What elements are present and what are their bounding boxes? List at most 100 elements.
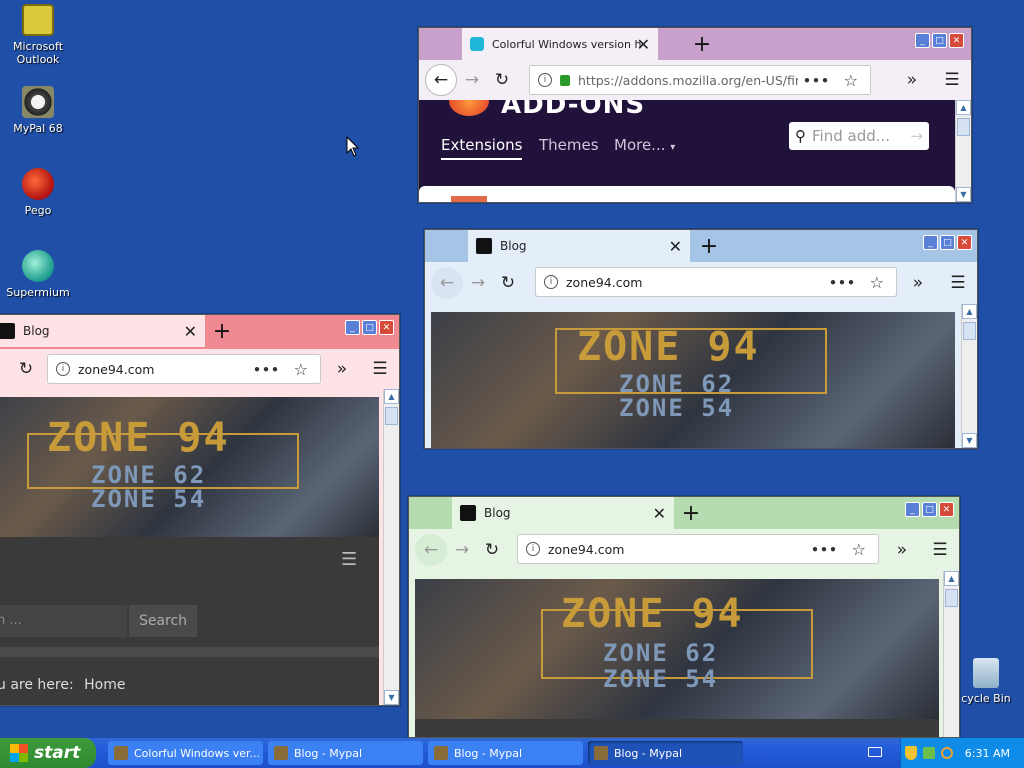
start-button[interactable]: start <box>0 738 96 768</box>
url-bar[interactable]: i zone94.com ••• ☆ <box>47 354 321 384</box>
breadcrumb-home-link[interactable]: Home <box>84 677 125 693</box>
vertical-scrollbar[interactable]: ▲ ▼ <box>955 100 971 202</box>
maximize-button[interactable]: □ <box>922 502 937 517</box>
vertical-scrollbar[interactable]: ▲ <box>943 571 959 737</box>
taskbar-button-blog-1[interactable]: Blog - Mypal <box>268 741 423 765</box>
back-button[interactable]: ← <box>431 267 463 299</box>
nav-extensions[interactable]: Extensions <box>441 136 523 160</box>
new-tab-button[interactable]: + <box>208 319 236 344</box>
shield-icon[interactable] <box>904 746 917 760</box>
tab-blog[interactable]: Blog ✕ <box>0 315 205 347</box>
reload-button[interactable]: ↻ <box>493 273 523 293</box>
close-tab-icon[interactable]: ✕ <box>637 35 650 54</box>
overflow-chevron-icon[interactable]: » <box>897 70 927 90</box>
close-window-button[interactable]: ✕ <box>939 502 954 517</box>
site-search-input[interactable]: h ... <box>0 605 127 637</box>
search-input[interactable]: ⚲ Find add... → <box>789 122 929 150</box>
hamburger-menu-icon[interactable]: ☰ <box>937 70 967 90</box>
scroll-up-arrow[interactable]: ▲ <box>956 100 971 115</box>
close-window-button[interactable]: ✕ <box>957 235 972 250</box>
browser-window-blog-green[interactable]: Blog ✕ + _ □ ✕ ← → ↻ i zone94.com ••• ☆ … <box>408 496 960 738</box>
overflow-chevron-icon[interactable]: » <box>903 273 933 293</box>
taskbar-button-addons[interactable]: Colorful Windows ver... <box>108 741 263 765</box>
nav-themes[interactable]: Themes <box>539 136 599 154</box>
overflow-chevron-icon[interactable]: » <box>327 359 357 379</box>
reload-button[interactable]: ↻ <box>11 359 41 379</box>
forward-button[interactable]: → <box>463 273 493 293</box>
bookmark-star-icon[interactable]: ☆ <box>844 71 858 90</box>
browser-window-addons[interactable]: Colorful Windows version history ✕ + _ □… <box>418 27 972 203</box>
site-menu-hamburger-icon[interactable]: ☰ <box>341 549 357 570</box>
url-bar[interactable]: i zone94.com ••• ☆ <box>517 534 879 564</box>
tab-addons[interactable]: Colorful Windows version history ✕ <box>462 28 658 60</box>
close-tab-icon[interactable]: ✕ <box>653 504 666 523</box>
taskbar-button-blog-3[interactable]: Blog - Mypal <box>588 741 743 765</box>
new-tab-button[interactable]: + <box>677 501 705 526</box>
scroll-thumb[interactable] <box>957 118 970 136</box>
page-actions-icon[interactable]: ••• <box>829 275 856 290</box>
scroll-up-arrow[interactable]: ▲ <box>384 389 399 404</box>
tab-blog[interactable]: Blog ✕ <box>452 497 674 529</box>
overflow-chevron-icon[interactable]: » <box>887 540 917 560</box>
nav-more-label: More... <box>614 136 666 154</box>
browser-window-blog-blue[interactable]: Blog ✕ + _ □ ✕ ← → ↻ i zone94.com ••• ☆ … <box>424 229 978 449</box>
desktop-icon-supermium[interactable]: Supermium <box>0 250 76 299</box>
site-search-button[interactable]: Search <box>129 605 197 637</box>
minimize-button[interactable]: _ <box>345 320 360 335</box>
vertical-scrollbar[interactable]: ▲ ▼ <box>961 304 977 448</box>
close-window-button[interactable]: ✕ <box>949 33 964 48</box>
page-actions-icon[interactable]: ••• <box>811 542 838 557</box>
bookmark-star-icon[interactable]: ☆ <box>294 360 308 379</box>
minimize-button[interactable]: _ <box>905 502 920 517</box>
clock: 6:31 AM <box>964 746 1010 760</box>
desktop-icon-outlook[interactable]: Microsoft Outlook <box>0 4 76 66</box>
hamburger-menu-icon[interactable]: ☰ <box>365 359 395 379</box>
page-actions-icon[interactable]: ••• <box>803 73 830 88</box>
tab-blog[interactable]: Blog ✕ <box>468 230 690 262</box>
scroll-down-arrow[interactable]: ▼ <box>384 690 399 705</box>
new-tab-button[interactable]: + <box>688 32 716 57</box>
minimize-button[interactable]: _ <box>923 235 938 250</box>
forward-button[interactable]: → <box>457 70 487 90</box>
url-bar[interactable]: i https://addons.mozilla.org/en-US/firef… <box>529 65 871 95</box>
browser-window-blog-red[interactable]: Blog ✕ + _ □ ✕ ↻ i zone94.com ••• ☆ » ☰ … <box>0 314 400 706</box>
url-bar[interactable]: i zone94.com ••• ☆ <box>535 267 897 297</box>
scroll-thumb[interactable] <box>385 407 398 425</box>
forward-button[interactable]: → <box>447 540 477 560</box>
page-content: ZONE 94 ZONE 62 ZONE 54 ▲ <box>409 571 959 737</box>
page-actions-icon[interactable]: ••• <box>253 362 280 377</box>
back-button[interactable]: ← <box>415 534 447 566</box>
scroll-thumb[interactable] <box>945 589 958 607</box>
minimize-button[interactable]: _ <box>915 33 930 48</box>
reload-button[interactable]: ↻ <box>477 540 507 560</box>
hamburger-menu-icon[interactable]: ☰ <box>925 540 955 560</box>
close-tab-icon[interactable]: ✕ <box>184 322 197 341</box>
nav-more[interactable]: More... ▾ <box>614 136 675 154</box>
scroll-down-arrow[interactable]: ▼ <box>956 187 971 202</box>
new-tab-button[interactable]: + <box>695 234 723 259</box>
hamburger-menu-icon[interactable]: ☰ <box>943 273 973 293</box>
close-window-button[interactable]: ✕ <box>379 320 394 335</box>
nav-bar: ← → ↻ i zone94.com ••• ☆ » ☰ <box>409 529 959 571</box>
site-divider <box>0 647 379 657</box>
taskbar-button-blog-2[interactable]: Blog - Mypal <box>428 741 583 765</box>
vertical-scrollbar[interactable]: ▲ ▼ <box>383 389 399 705</box>
bookmark-star-icon[interactable]: ☆ <box>852 540 866 559</box>
scroll-down-arrow[interactable]: ▼ <box>962 433 977 448</box>
bookmark-star-icon[interactable]: ☆ <box>870 273 884 292</box>
reload-button[interactable]: ↻ <box>487 70 517 90</box>
desktop-icon-mypal[interactable]: MyPal 68 <box>0 86 76 135</box>
back-button[interactable]: ← <box>425 64 457 96</box>
desktop-icon-pego[interactable]: Pego <box>0 168 76 217</box>
maximize-button[interactable]: □ <box>940 235 955 250</box>
close-tab-icon[interactable]: ✕ <box>669 237 682 256</box>
mypal-taskbar-icon <box>434 746 448 760</box>
scroll-thumb[interactable] <box>963 322 976 340</box>
maximize-button[interactable]: □ <box>932 33 947 48</box>
search-tray-icon[interactable] <box>940 747 953 759</box>
network-icon[interactable] <box>922 747 935 759</box>
maximize-button[interactable]: □ <box>362 320 377 335</box>
scroll-up-arrow[interactable]: ▲ <box>944 571 959 586</box>
keyboard-icon[interactable] <box>868 747 882 757</box>
scroll-up-arrow[interactable]: ▲ <box>962 304 977 319</box>
